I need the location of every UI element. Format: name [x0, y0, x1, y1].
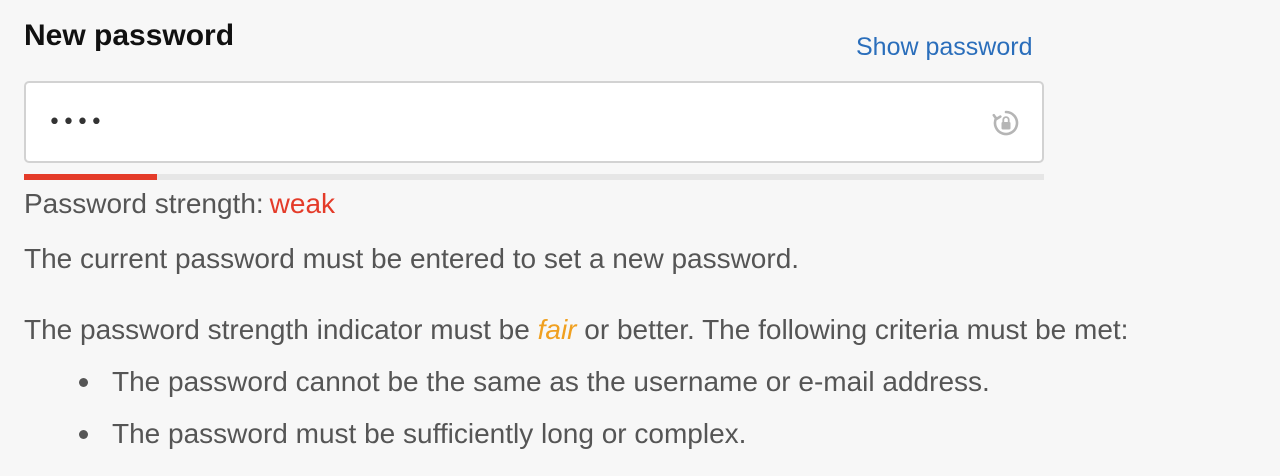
- current-password-notice: The current password must be entered to …: [24, 243, 800, 274]
- criteria-intro-text: The password strength indicator must be: [24, 314, 530, 345]
- bullet-icon: [79, 430, 88, 439]
- criteria-intro-tail: or better. The following criteria must b…: [584, 314, 1129, 345]
- bullet-icon: [79, 378, 88, 387]
- criteria-item-text: The password must be sufficiently long o…: [112, 418, 747, 449]
- criteria-list: The password cannot be the same as the u…: [24, 364, 990, 468]
- criteria-item: The password cannot be the same as the u…: [24, 364, 990, 416]
- new-password-input[interactable]: [48, 101, 968, 143]
- criteria-fair-level: fair: [537, 314, 577, 345]
- password-form: New password Show password Password stre…: [0, 0, 1280, 476]
- criteria-item-text: The password cannot be the same as the u…: [112, 366, 990, 397]
- password-strength-fill: [24, 174, 157, 180]
- new-password-label: New password: [24, 19, 235, 52]
- new-password-field[interactable]: [24, 81, 1044, 163]
- password-strength-value: weak: [269, 188, 336, 219]
- password-manager-key-icon[interactable]: [991, 108, 1021, 138]
- criteria-item: The password must be sufficiently long o…: [24, 416, 990, 468]
- password-strength-label: Password strength:: [24, 188, 264, 219]
- criteria-intro: The password strength indicator must be …: [24, 312, 1128, 348]
- show-password-link[interactable]: Show password: [856, 31, 1032, 63]
- password-strength-meter: [24, 174, 1044, 180]
- password-strength-text: Password strength: weak: [24, 186, 335, 222]
